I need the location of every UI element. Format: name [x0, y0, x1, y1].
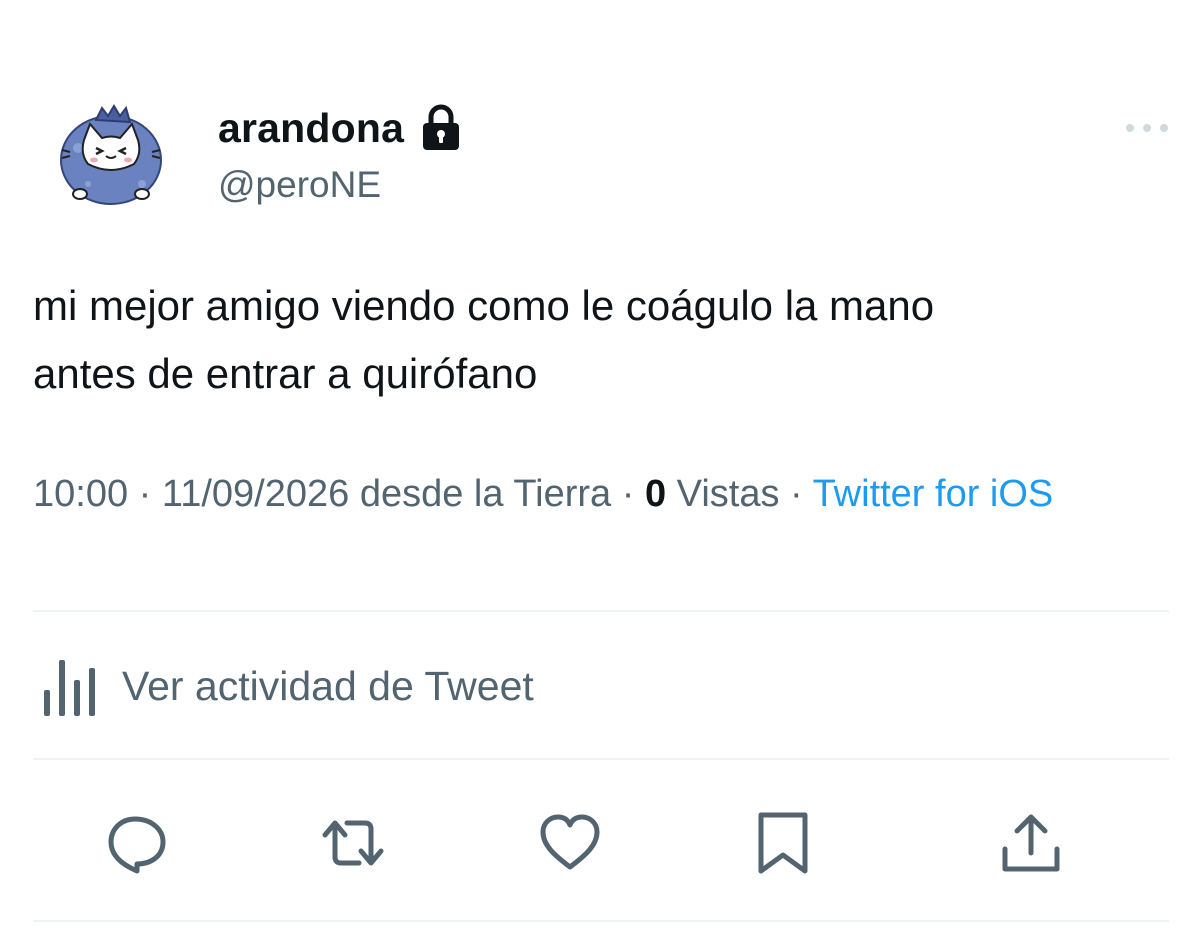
share-icon	[1002, 814, 1060, 872]
retweet-icon	[322, 820, 384, 866]
bookmark-icon	[758, 812, 808, 874]
tweet-text: mi mejor amigo viendo como le coágulo la…	[33, 272, 1173, 408]
user-name-row[interactable]: arandona	[218, 100, 462, 156]
tweet-time[interactable]: 10:00	[33, 473, 128, 515]
meta-separator: ·	[128, 473, 162, 515]
share-button[interactable]	[996, 808, 1066, 878]
heart-icon	[540, 814, 600, 870]
tweet-text-line: mi mejor amigo viendo como le coágulo la…	[33, 282, 935, 329]
more-options-icon[interactable]	[1122, 118, 1172, 138]
tweet-source-link[interactable]: Twitter for iOS	[813, 473, 1054, 515]
reply-icon	[108, 816, 166, 874]
views-count: 0	[644, 473, 667, 515]
tweet-meta: 10:00 · 11/09/2026 desde la Tierra · 0 V…	[33, 466, 1173, 522]
view-tweet-activity[interactable]: Ver actividad de Tweet	[40, 652, 534, 720]
reply-button[interactable]	[102, 808, 172, 878]
divider	[33, 920, 1169, 922]
meta-separator: ·	[779, 473, 813, 515]
analytics-icon	[44, 660, 95, 716]
retweet-button[interactable]	[318, 808, 388, 878]
lock-icon	[420, 104, 462, 152]
view-tweet-activity-label: Ver actividad de Tweet	[122, 662, 534, 709]
divider	[33, 758, 1169, 760]
bookmark-button[interactable]	[748, 808, 818, 878]
display-name[interactable]: arandona	[218, 105, 404, 152]
views-label: Vistas	[676, 473, 780, 515]
like-button[interactable]	[535, 808, 605, 878]
avatar[interactable]	[50, 98, 172, 210]
tweet-text-line: antes de entrar a quirófano	[33, 350, 538, 397]
tweet-location: desde la Tierra	[359, 473, 612, 515]
blueberry-cat-avatar-icon	[60, 104, 162, 205]
meta-separator: ·	[611, 473, 645, 515]
tweet-date[interactable]: 11/09/2026	[162, 473, 349, 515]
divider	[33, 610, 1169, 612]
user-handle[interactable]: @peroNE	[218, 164, 381, 206]
